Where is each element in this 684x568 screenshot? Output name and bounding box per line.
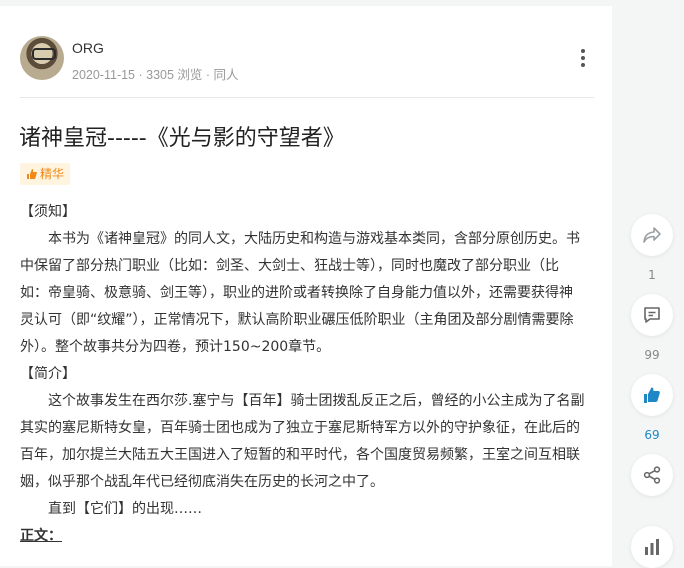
paragraph: 本书为《诸神皇冠》的同人文，大陆历史和构造与游戏基本类同，含部分原创历史。书中保… xyxy=(20,231,580,355)
like-count: 69 xyxy=(644,428,660,442)
article-body: 【须知】 本书为《诸神皇冠》的同人文，大陆历史和构造与游戏基本类同，含部分原创历… xyxy=(20,199,586,550)
comment-count: 99 xyxy=(644,348,660,362)
forward-button[interactable] xyxy=(631,214,673,256)
like-button[interactable] xyxy=(631,374,673,416)
comment-icon xyxy=(644,307,660,323)
forward-count: 1 xyxy=(648,268,656,282)
article-title: 诸神皇冠-----《光与影的守望者》 xyxy=(19,126,345,151)
more-icon[interactable] xyxy=(574,46,592,70)
share-button[interactable] xyxy=(631,454,673,496)
stats-button[interactable] xyxy=(631,526,673,568)
forward-icon xyxy=(643,227,661,243)
view-count: 3305 浏览 xyxy=(146,68,203,82)
author-name[interactable]: ORG xyxy=(72,40,104,56)
section-heading: 【简介】 xyxy=(20,366,76,382)
post-meta: 2020-11-15 · 3305 浏览 · 同人 xyxy=(72,68,239,82)
featured-badge: 精华 xyxy=(20,163,71,185)
badge-label: 精华 xyxy=(40,167,65,181)
section-heading: 【须知】 xyxy=(20,204,76,220)
article-card: ORG 2020-11-15 · 3305 浏览 · 同人 诸神皇冠-----《… xyxy=(0,6,612,566)
author-header: ORG 2020-11-15 · 3305 浏览 · 同人 xyxy=(20,36,590,82)
paragraph: 直到【它们】的出现…… xyxy=(48,501,202,517)
fire-icon xyxy=(27,169,37,179)
thumbs-up-icon xyxy=(644,387,660,403)
action-sidebar: 1 99 69 xyxy=(630,214,674,568)
post-date: 2020-11-15 xyxy=(72,68,136,82)
paragraph: 这个故事发生在西尔莎.塞宁与【百年】骑士团拨乱反正之后，曾经的小公主成为了名副其… xyxy=(20,393,585,490)
divider xyxy=(20,97,594,98)
share-icon xyxy=(643,466,661,484)
chart-icon xyxy=(645,539,659,555)
comment-button[interactable] xyxy=(631,294,673,336)
avatar[interactable] xyxy=(20,36,64,80)
section-heading: 正文： xyxy=(20,528,62,544)
category-tag[interactable]: 同人 xyxy=(214,68,239,82)
